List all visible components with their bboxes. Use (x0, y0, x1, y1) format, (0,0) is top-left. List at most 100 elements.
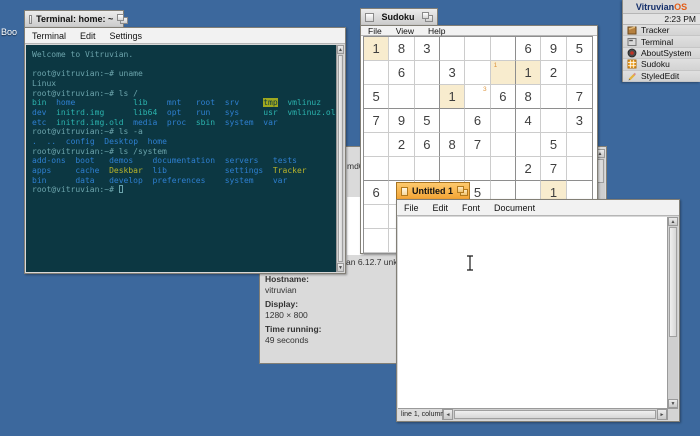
sudoku-cell-r6c3[interactable] (415, 157, 440, 181)
sudoku-cell-r2c2[interactable]: 6 (389, 61, 414, 85)
deskbar-item-sudoku[interactable]: Sudoku (623, 59, 700, 70)
sudoku-cell-r6c7[interactable]: 2 (516, 157, 541, 181)
sudoku-cell-r5c1[interactable] (364, 133, 389, 157)
sudoku-cell-r1c1[interactable]: 1 (364, 37, 389, 61)
scroll-right-icon[interactable]: ► (657, 409, 667, 420)
menu-settings[interactable]: Settings (103, 31, 150, 41)
scroll-left-icon[interactable]: ◄ (443, 409, 453, 420)
sudoku-cell-r5c7[interactable] (516, 133, 541, 157)
sudoku-cell-r3c8[interactable] (541, 85, 566, 109)
desktop-icon-label[interactable]: Boo (1, 27, 17, 37)
scrollbar-thumb[interactable] (338, 55, 343, 262)
deskbar-item-stylededit[interactable]: StyledEdit (623, 71, 700, 82)
sudoku-cell-r6c1[interactable] (364, 157, 389, 181)
scroll-up-icon[interactable]: ▲ (337, 45, 344, 54)
close-button[interactable] (29, 15, 32, 24)
menu-edit[interactable]: Edit (426, 203, 456, 213)
scrollbar-thumb[interactable] (669, 227, 677, 337)
sudoku-cell-r1c4[interactable] (440, 37, 465, 61)
scroll-down-icon[interactable]: ▼ (337, 263, 344, 272)
sudoku-cell-r2c1[interactable] (364, 61, 389, 85)
menu-font[interactable]: Font (455, 203, 487, 213)
sudoku-cell-r3c1[interactable]: 5 (364, 85, 389, 109)
deskbar-item-terminal[interactable]: Terminal (623, 36, 700, 47)
resize-corner[interactable] (667, 408, 678, 420)
sudoku-cell-r4c6[interactable] (491, 109, 516, 133)
sudoku-cell-r5c9[interactable] (567, 133, 592, 157)
sudoku-cell-r5c4[interactable]: 8 (440, 133, 465, 157)
sudoku-cell-r5c5[interactable]: 7 (465, 133, 490, 157)
sudoku-cell-r1c7[interactable]: 6 (516, 37, 541, 61)
sudoku-cell-r4c9[interactable]: 3 (567, 109, 592, 133)
sudoku-cell-r2c7[interactable]: 1 (516, 61, 541, 85)
sudoku-cell-r1c6[interactable] (491, 37, 516, 61)
sudoku-cell-r2c9[interactable] (567, 61, 592, 85)
menu-help[interactable]: Help (421, 26, 452, 36)
sudoku-cell-r6c9[interactable] (567, 157, 592, 181)
menu-file[interactable]: File (361, 26, 389, 36)
terminal-scrollbar[interactable]: ▲ ▼ (336, 45, 344, 272)
zoom-button[interactable] (422, 12, 433, 22)
scrollbar-thumb[interactable] (454, 410, 656, 419)
sudoku-cell-r3c7[interactable]: 8 (516, 85, 541, 109)
text-editor-area[interactable] (398, 217, 667, 408)
menu-document[interactable]: Document (487, 203, 542, 213)
editor-horizontal-scrollbar[interactable]: ◄ ► (443, 408, 667, 420)
sudoku-cell-r4c3[interactable]: 5 (415, 109, 440, 133)
sudoku-cell-r4c8[interactable] (541, 109, 566, 133)
menu-view[interactable]: View (389, 26, 421, 36)
sudoku-cell-r5c6[interactable] (491, 133, 516, 157)
zoom-button[interactable] (457, 186, 465, 196)
deskbar-item-tracker[interactable]: Tracker (623, 25, 700, 36)
sudoku-cell-r4c4[interactable] (440, 109, 465, 133)
menu-file[interactable]: File (397, 203, 426, 213)
sudoku-cell-r6c4[interactable] (440, 157, 465, 181)
sudoku-cell-r6c8[interactable]: 7 (541, 157, 566, 181)
sudoku-cell-r3c4[interactable]: 1 (440, 85, 465, 109)
sudoku-cell-r2c4[interactable]: 3 (440, 61, 465, 85)
sudoku-cell-r2c8[interactable]: 2 (541, 61, 566, 85)
deskbar-menu[interactable]: VitruvianOS (623, 0, 700, 13)
sudoku-cell-r7c1[interactable]: 6 (364, 181, 389, 205)
sudoku-cell-r3c2[interactable] (389, 85, 414, 109)
deskbar-item-aboutsystem[interactable]: AboutSystem (623, 48, 700, 59)
sudoku-cell-r6c5[interactable] (465, 157, 490, 181)
scroll-up-icon[interactable]: ▲ (668, 217, 678, 226)
terminal-title-tab[interactable]: Terminal: home: ~ (24, 10, 124, 27)
editor-vertical-scrollbar[interactable]: ▲ ▼ (667, 217, 678, 408)
menu-edit[interactable]: Edit (73, 31, 103, 41)
sudoku-cell-r8c1[interactable] (364, 205, 389, 229)
sudoku-cell-r1c2[interactable]: 8 (389, 37, 414, 61)
sudoku-cell-r3c3[interactable] (415, 85, 440, 109)
sudoku-cell-r1c5[interactable] (465, 37, 490, 61)
sudoku-cell-r2c6[interactable]: 1 (491, 61, 516, 85)
sudoku-cell-r1c9[interactable]: 5 (567, 37, 592, 61)
sudoku-cell-r6c6[interactable] (491, 157, 516, 181)
tracker-icon (627, 25, 637, 35)
stylededit-title-tab[interactable]: Untitled 1 (396, 182, 470, 199)
deskbar-clock[interactable]: 2:23 PM (623, 13, 700, 25)
terminal-view[interactable]: Welcome to Vitruvian. root@vitruvian:~# … (26, 45, 336, 272)
sudoku-cell-r3c6[interactable]: 6 (491, 85, 516, 109)
sudoku-cell-r3c5[interactable]: 3 (465, 85, 490, 109)
scroll-down-icon[interactable]: ▼ (668, 399, 678, 408)
close-button[interactable] (401, 187, 408, 196)
sudoku-cell-r9c1[interactable] (364, 229, 389, 253)
sudoku-cell-r2c3[interactable] (415, 61, 440, 85)
sudoku-cell-r4c7[interactable]: 4 (516, 109, 541, 133)
zoom-button[interactable] (117, 14, 119, 24)
sudoku-cell-r5c8[interactable]: 5 (541, 133, 566, 157)
sudoku-cell-r4c1[interactable]: 7 (364, 109, 389, 133)
close-button[interactable] (365, 13, 374, 22)
sudoku-cell-r1c8[interactable]: 9 (541, 37, 566, 61)
sudoku-cell-r4c2[interactable]: 9 (389, 109, 414, 133)
sudoku-cell-r5c3[interactable]: 6 (415, 133, 440, 157)
menu-terminal[interactable]: Terminal (25, 31, 73, 41)
sudoku-cell-r3c9[interactable]: 7 (567, 85, 592, 109)
sudoku-cell-r1c3[interactable]: 3 (415, 37, 440, 61)
sudoku-cell-r5c2[interactable]: 2 (389, 133, 414, 157)
sudoku-cell-r2c5[interactable] (465, 61, 490, 85)
sudoku-cell-r4c5[interactable]: 6 (465, 109, 490, 133)
sudoku-title-tab[interactable]: Sudoku (360, 8, 438, 25)
sudoku-cell-r6c2[interactable] (389, 157, 414, 181)
